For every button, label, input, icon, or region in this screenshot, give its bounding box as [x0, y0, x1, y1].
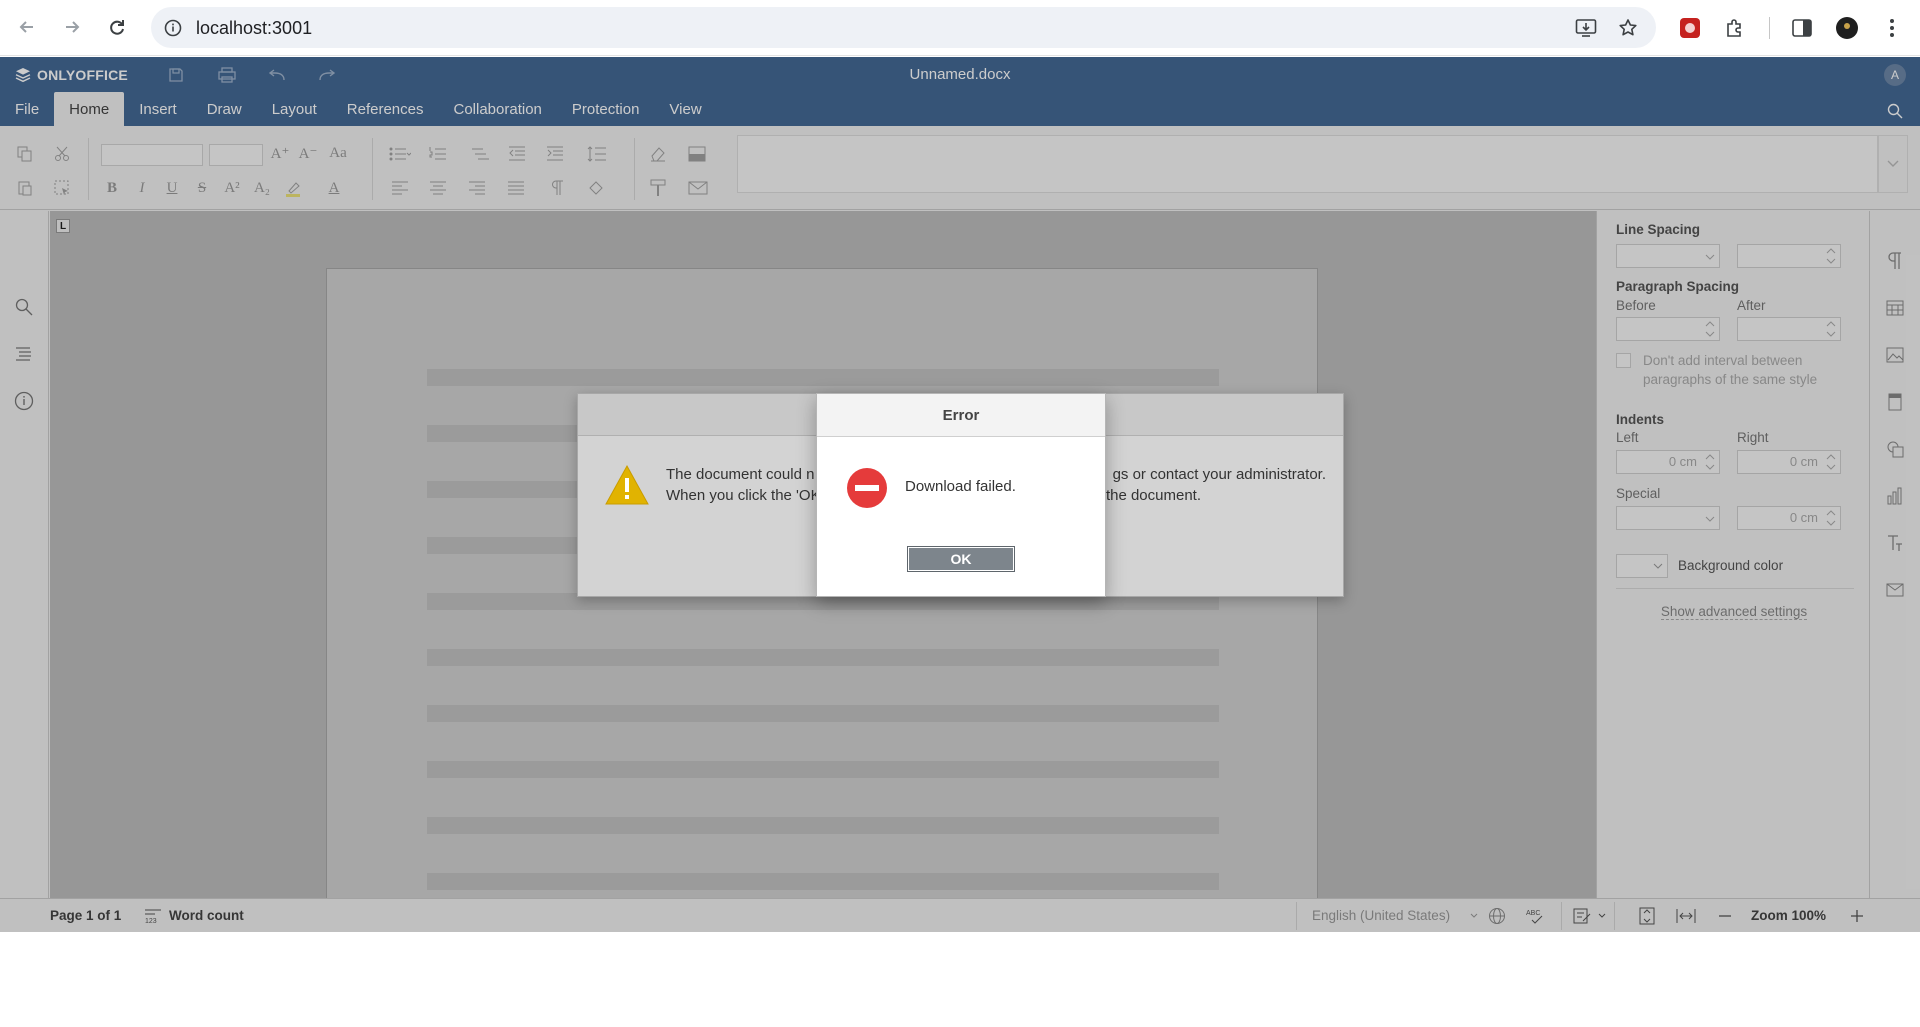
- reload-icon[interactable]: [101, 11, 133, 43]
- back-icon[interactable]: [11, 11, 43, 43]
- error-dialog-title: Error: [817, 394, 1105, 437]
- profile-avatar-icon[interactable]: [1831, 12, 1863, 44]
- url-text: localhost:3001: [196, 18, 313, 38]
- error-dialog: Error Download failed. OK: [816, 393, 1106, 597]
- forward-icon[interactable]: [56, 11, 88, 43]
- warning-icon: [604, 464, 650, 506]
- ok-button[interactable]: OK: [907, 546, 1015, 572]
- browser-toolbar: localhost:3001: [0, 0, 1920, 56]
- address-bar[interactable]: localhost:3001: [151, 7, 1656, 48]
- install-app-icon[interactable]: [1574, 16, 1598, 40]
- bookmark-star-icon[interactable]: [1616, 16, 1640, 40]
- side-panel-icon[interactable]: [1786, 12, 1818, 44]
- error-stop-icon: [846, 467, 888, 509]
- site-info-icon[interactable]: [161, 16, 185, 40]
- error-message: Download failed.: [905, 478, 1016, 495]
- extension-app-icon[interactable]: [1674, 12, 1706, 44]
- warning-line1-left: The document could n: [666, 466, 815, 483]
- warning-line2-right: the document.: [1105, 487, 1201, 504]
- extensions-puzzle-icon[interactable]: [1719, 12, 1751, 44]
- toolbar-divider: [1769, 17, 1770, 39]
- chrome-menu-icon[interactable]: [1876, 12, 1908, 44]
- warning-line1-right: gs or contact your administrator.: [1112, 466, 1326, 483]
- warning-line2-left: When you click the 'OK: [666, 487, 821, 504]
